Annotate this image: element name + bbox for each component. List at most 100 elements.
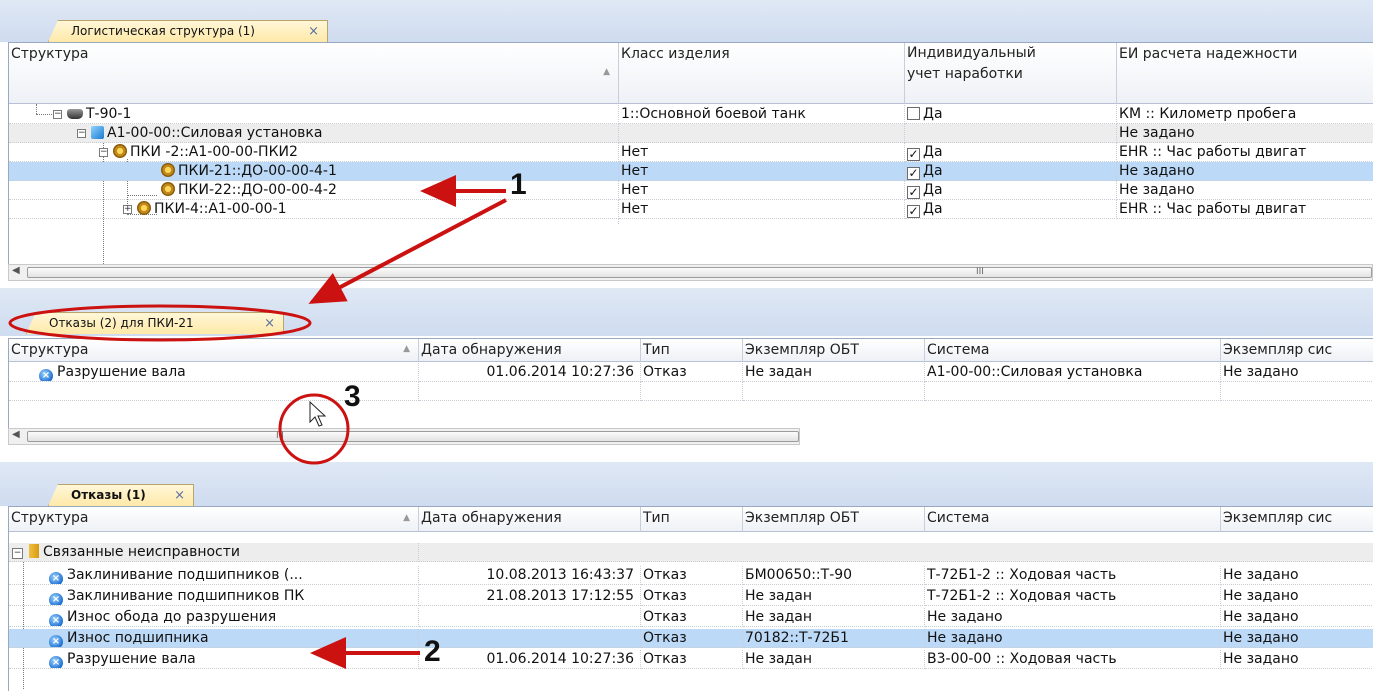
- checkbox[interactable]: [907, 107, 920, 120]
- header-label: Класс изделия: [621, 46, 730, 62]
- tree-row[interactable]: − Т-90-1 1::Основной боевой танк Да КМ :…: [9, 105, 1373, 124]
- scrollbar-thumb[interactable]: III: [27, 267, 1372, 278]
- row-name: А1-00-00::Силовая установка: [107, 125, 323, 141]
- collapse-icon[interactable]: −: [77, 129, 86, 138]
- collapse-icon[interactable]: −: [12, 548, 23, 559]
- column-header-system-instance[interactable]: Экземпляр сис: [1221, 339, 1373, 362]
- expand-icon[interactable]: +: [123, 205, 132, 214]
- checkbox[interactable]: ✓: [907, 148, 920, 161]
- row-name: Заклинивание подшипников ПК: [67, 588, 305, 604]
- scroll-left-icon[interactable]: ◀: [12, 429, 20, 440]
- header-label: Тип: [643, 510, 670, 526]
- column-header-system[interactable]: Система: [925, 507, 1221, 532]
- sort-icon: ▲: [603, 67, 610, 77]
- callout-number-1: 1: [510, 168, 527, 201]
- gear-icon: [161, 182, 175, 196]
- column-header-individual[interactable]: Индивидуальный учет наработки: [905, 43, 1117, 104]
- row-name: Износ подшипника: [67, 630, 209, 646]
- tree-row[interactable]: − А1-00-00::Силовая установка Не задано: [9, 124, 1373, 143]
- failure-row[interactable]: × Разрушение вала 01.06.2014 10:27:36 Отк…: [9, 363, 1373, 382]
- checkbox[interactable]: ✓: [907, 205, 920, 218]
- collapse-icon[interactable]: −: [53, 110, 62, 119]
- row-name: Разрушение вала: [67, 651, 196, 667]
- column-header-obt-instance[interactable]: Экземпляр ОБТ: [743, 339, 925, 362]
- cell-obt: Не задан: [743, 650, 925, 669]
- column-header-type[interactable]: Тип: [641, 507, 743, 532]
- tree-row[interactable]: ПКИ-22::ДО-00-00-4-2 Нет ✓ Да Не задано: [9, 181, 1373, 200]
- tab-failures[interactable]: Отказы (1) ×: [48, 484, 194, 506]
- failure-row[interactable]: × Заклинивание подшипников (... 10.08.201…: [9, 566, 1373, 585]
- header-label: Система: [927, 510, 990, 526]
- cell-reliability-unit: EHR :: Час работы двигат: [1117, 200, 1373, 219]
- cell-date: 21.08.2013 17:12:55: [419, 587, 641, 606]
- header-label: Структура: [11, 342, 89, 358]
- cell-obt: 70182::Т-72Б1: [743, 629, 925, 648]
- cell-obt: Не задан: [743, 363, 925, 382]
- row-name: ПКИ -2::А1-00-00-ПКИ2: [130, 144, 298, 160]
- tab-label: Отказы (1): [71, 488, 146, 502]
- cell-system: Не задано: [925, 608, 1221, 627]
- cell-system: Т-72Б1-2 :: Ходовая часть: [925, 566, 1221, 585]
- close-icon[interactable]: ×: [264, 313, 275, 334]
- failure-row[interactable]: × Заклинивание подшипников ПК 21.08.2013 …: [9, 587, 1373, 606]
- cell-type: Отказ: [641, 608, 743, 627]
- column-header-structure[interactable]: Структура ▲: [9, 43, 619, 104]
- cell-date: [419, 629, 641, 648]
- header-label: Индивидуальный: [907, 45, 1036, 61]
- tree-row-selected[interactable]: ПКИ-21::ДО-00-00-4-1 Нет ✓ Да Не задано: [9, 162, 1373, 181]
- cell-type: Отказ: [641, 629, 743, 648]
- cell-obt: Не задан: [743, 587, 925, 606]
- scrollbar-thumb[interactable]: III: [27, 431, 799, 442]
- failure-row[interactable]: × Разрушение вала 01.06.2014 10:27:36 Отк…: [9, 650, 1373, 669]
- failure-icon: ×: [49, 614, 63, 626]
- cell-reliability-unit: Не задано: [1117, 162, 1373, 181]
- scroll-left-icon[interactable]: ◀: [12, 265, 20, 276]
- checkbox[interactable]: ✓: [907, 186, 920, 199]
- column-header-obt-instance[interactable]: Экземпляр ОБТ: [743, 507, 925, 532]
- cell-class: Нет: [619, 162, 905, 181]
- folder-icon: [29, 544, 39, 558]
- close-icon[interactable]: ×: [308, 21, 319, 42]
- column-header-system-instance[interactable]: Экземпляр сис: [1221, 507, 1373, 532]
- tree-row[interactable]: + ПКИ-4::А1-00-00-1 Нет ✓ Да EHR :: Час р…: [9, 200, 1373, 219]
- close-icon[interactable]: ×: [174, 485, 185, 506]
- tab-logistic-structure[interactable]: Логистическая структура (1) ×: [48, 20, 328, 42]
- logistic-structure-grid: Структура ▲ Класс изделия Индивидуальный…: [8, 42, 1373, 265]
- header-label: Экземпляр ОБТ: [745, 510, 859, 526]
- failure-row[interactable]: × Износ обода до разрушения Отказ Не зада…: [9, 608, 1373, 627]
- sort-icon: ▲: [403, 344, 410, 354]
- column-header-reliability-unit[interactable]: ЕИ расчета надежности: [1117, 43, 1373, 104]
- cell-class: Нет: [619, 143, 905, 162]
- tab-failures-for-pki21[interactable]: Отказы (2) для ПКИ-21 ×: [26, 312, 284, 334]
- cell-date: 01.06.2014 10:27:36: [419, 650, 641, 669]
- failures-grid: Структура ▲ Дата обнаружения Тип Экземпл…: [8, 338, 1373, 429]
- row-name: ПКИ-22::ДО-00-00-4-2: [178, 182, 337, 198]
- group-row[interactable]: − Связанные неисправности: [9, 543, 1373, 562]
- column-header-type[interactable]: Тип: [641, 339, 743, 362]
- cell-type: Отказ: [641, 566, 743, 585]
- cell-system-instance: Не задано: [1221, 629, 1373, 648]
- collapse-icon[interactable]: −: [99, 148, 108, 157]
- cell-class: [619, 124, 905, 143]
- column-header-date[interactable]: Дата обнаружения: [419, 339, 641, 362]
- cube-icon: [91, 126, 104, 139]
- column-header-structure[interactable]: Структура ▲: [9, 507, 419, 532]
- failure-icon: ×: [49, 656, 63, 668]
- horizontal-scrollbar[interactable]: ◀ III: [8, 264, 1373, 281]
- header-label: Дата обнаружения: [421, 510, 562, 526]
- column-header-date[interactable]: Дата обнаружения: [419, 507, 641, 532]
- cell-date: 01.06.2014 10:27:36: [419, 363, 641, 382]
- row-name: Разрушение вала: [57, 364, 186, 380]
- checkbox[interactable]: ✓: [907, 167, 920, 180]
- column-header-structure[interactable]: Структура ▲: [9, 339, 419, 362]
- horizontal-scrollbar[interactable]: ◀ III: [8, 428, 800, 445]
- tree-row[interactable]: − ПКИ -2::А1-00-00-ПКИ2 Нет ✓ Да EHR :: Ч…: [9, 143, 1373, 162]
- tank-icon: [67, 109, 83, 119]
- cell-individual: Да: [923, 201, 943, 217]
- column-header-class[interactable]: Класс изделия: [619, 43, 905, 104]
- cell-type: Отказ: [641, 650, 743, 669]
- row-name: Т-90-1: [86, 106, 132, 122]
- header-label: Дата обнаружения: [421, 342, 562, 358]
- column-header-system[interactable]: Система: [925, 339, 1221, 362]
- failure-row-selected[interactable]: × Износ подшипника Отказ 70182::Т-72Б1 Не…: [9, 629, 1373, 648]
